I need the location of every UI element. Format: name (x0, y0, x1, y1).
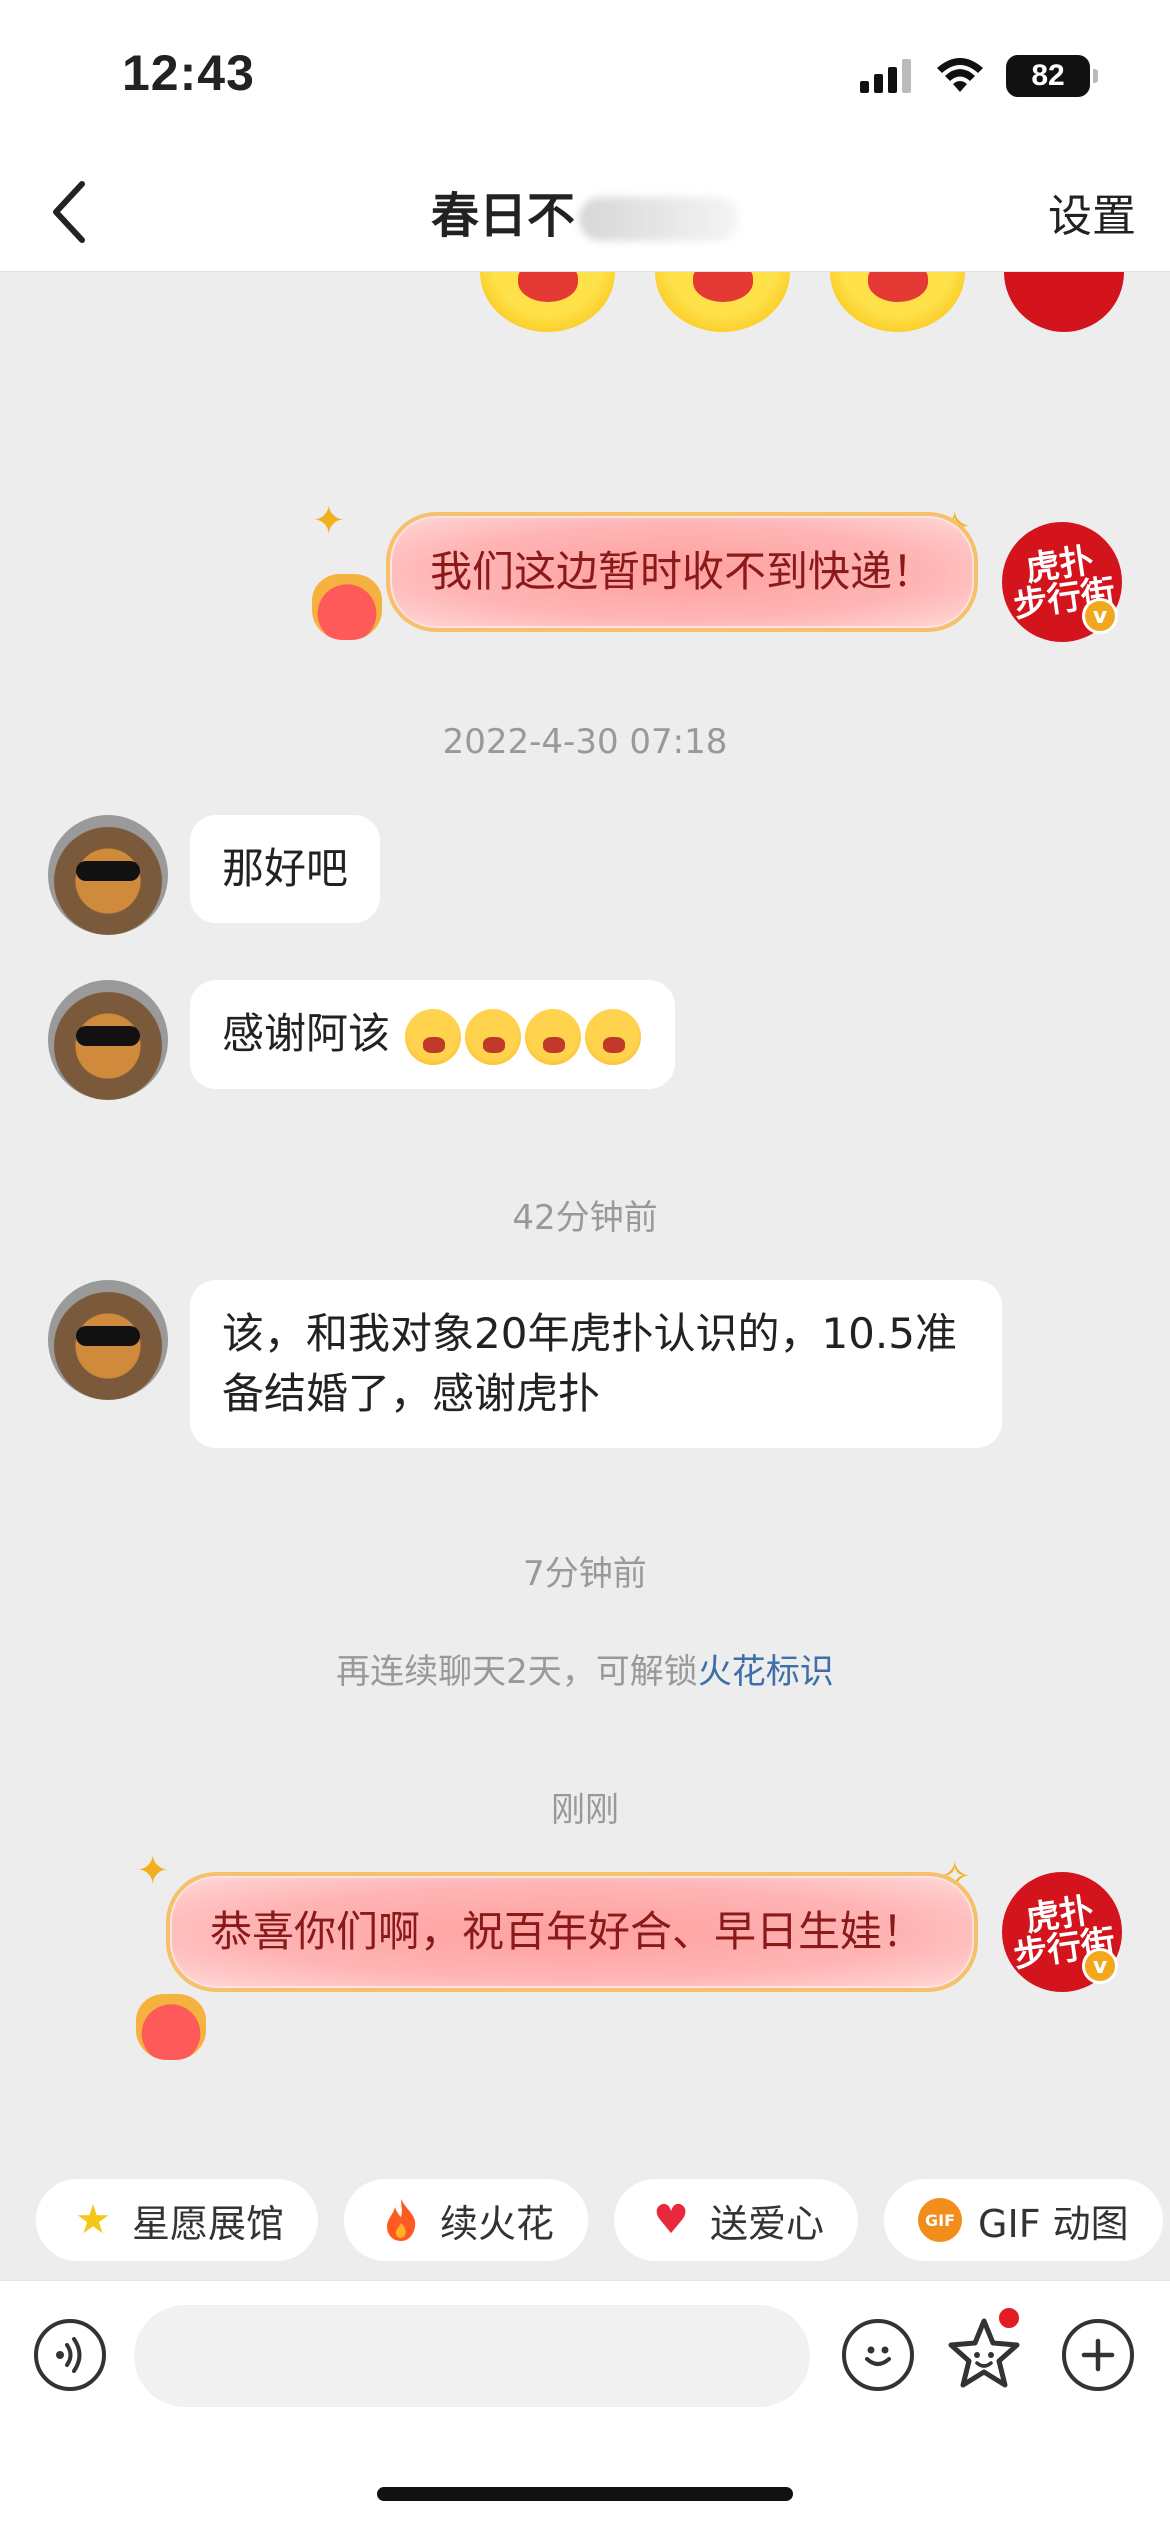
gif-icon: GIF (918, 2198, 963, 2242)
timestamp: 42分钟前 (512, 1198, 658, 1238)
chip-label: 续火花 (440, 2201, 555, 2246)
message-text: 我们这边暂时收不到快递！ (429, 547, 934, 596)
message-bubble-left[interactable]: 那好吧 (190, 815, 381, 923)
voice-icon (56, 2337, 82, 2373)
message-bubble-left[interactable]: 感谢阿该 (190, 980, 676, 1089)
smiley-icon (865, 2346, 891, 2366)
status-time: 12:43 (122, 45, 255, 101)
plus-icon (1081, 2338, 1115, 2372)
laughing-crying-emoji-icon (585, 1008, 642, 1065)
quick-action-wish-gallery[interactable]: ★ 星愿展馆 (36, 2179, 319, 2261)
quick-action-bar: ★ 星愿展馆 续火花 ♥ 送爱心 GIF GIF 动图 (0, 2160, 1170, 2280)
spark-badge-link[interactable]: 火花标识 (698, 1652, 834, 1692)
message-text: 恭喜你们啊，祝百年好合、早日生娃！ (210, 1907, 925, 1956)
signal-icon (860, 59, 911, 93)
heart-icon: ♥ (653, 2197, 689, 2243)
timestamp: 7分钟前 (523, 1554, 647, 1594)
notification-dot (996, 2305, 1022, 2331)
streak-notice: 再连续聊天2天，可解锁火花标识 (0, 1644, 1170, 1693)
laughing-crying-emoji-icon (405, 1008, 462, 1065)
laughing-emoji-icon (480, 272, 615, 332)
laughing-emoji-icon (830, 272, 965, 332)
message-input[interactable] (134, 2305, 810, 2407)
status-bar: 12:43 82 (0, 0, 1170, 150)
chat-area[interactable]: ✦ ✧ 我们这边暂时收不到快递！ 虎扑 步行街 v 2022-4-30 07:1… (0, 272, 1170, 2160)
message-text: 该，和我对象20年虎扑认识的，10.5准备结婚了，感谢虎扑 (222, 1309, 957, 1418)
laughing-crying-emoji-icon (525, 1008, 582, 1065)
chip-label: 送爱心 (710, 2201, 825, 2246)
message-text: 那好吧 (222, 844, 349, 893)
laughing-emoji-icon (655, 272, 790, 332)
message-bubble-right[interactable]: 我们这边暂时收不到快递！ (385, 512, 978, 632)
chat-title: 春日不 (0, 176, 1170, 246)
chip-label: 星愿展馆 (132, 2201, 285, 2246)
message-text: 感谢阿该 (222, 1009, 391, 1058)
chat-title-text: 春日不 (430, 188, 575, 244)
star-icon: ★ (75, 2197, 111, 2243)
lucky-bag-icon (312, 574, 382, 640)
battery-indicator: 82 (1006, 55, 1098, 97)
sparkle-icon: ✦ (312, 498, 346, 544)
timestamp: 刚刚 (551, 1790, 619, 1830)
emoji-message-peek (480, 272, 965, 332)
status-icons: 82 (860, 55, 1098, 97)
avatar-peek (1004, 272, 1124, 332)
verified-badge: v (1082, 598, 1118, 634)
settings-button[interactable]: 设置 (1048, 180, 1136, 244)
notice-text: 再连续聊天2天，可解锁 (336, 1652, 698, 1692)
verified-badge: v (1082, 1948, 1118, 1984)
quick-action-send-heart[interactable]: ♥ 送爱心 (614, 2179, 859, 2261)
avatar[interactable] (48, 815, 168, 935)
add-button[interactable] (1062, 2319, 1134, 2391)
message-bubble-left[interactable]: 该，和我对象20年虎扑认识的，10.5准备结婚了，感谢虎扑 (190, 1280, 1002, 1448)
blurred-name (579, 197, 739, 241)
home-indicator (377, 2487, 793, 2501)
fire-icon (378, 2197, 424, 2243)
message-bubble-right[interactable]: 恭喜你们啊，祝百年好合、早日生娃！ (166, 1872, 978, 1992)
quick-action-continue-spark[interactable]: 续火花 (344, 2179, 589, 2261)
sparkle-icon: ✦ (136, 1848, 170, 1894)
nav-bar: 春日不 设置 (0, 150, 1170, 272)
laughing-crying-emoji-icon (465, 1008, 522, 1065)
emoji-button[interactable] (842, 2319, 914, 2391)
avatar[interactable] (48, 1280, 168, 1400)
chip-label: GIF 动图 (978, 2201, 1129, 2246)
timestamp: 2022-4-30 07:18 (442, 722, 728, 762)
lucky-bag-icon (136, 1994, 206, 2060)
avatar[interactable] (48, 980, 168, 1100)
wifi-icon (937, 58, 983, 92)
quick-action-gif[interactable]: GIF GIF 动图 (884, 2179, 1163, 2261)
voice-button[interactable] (34, 2319, 106, 2391)
